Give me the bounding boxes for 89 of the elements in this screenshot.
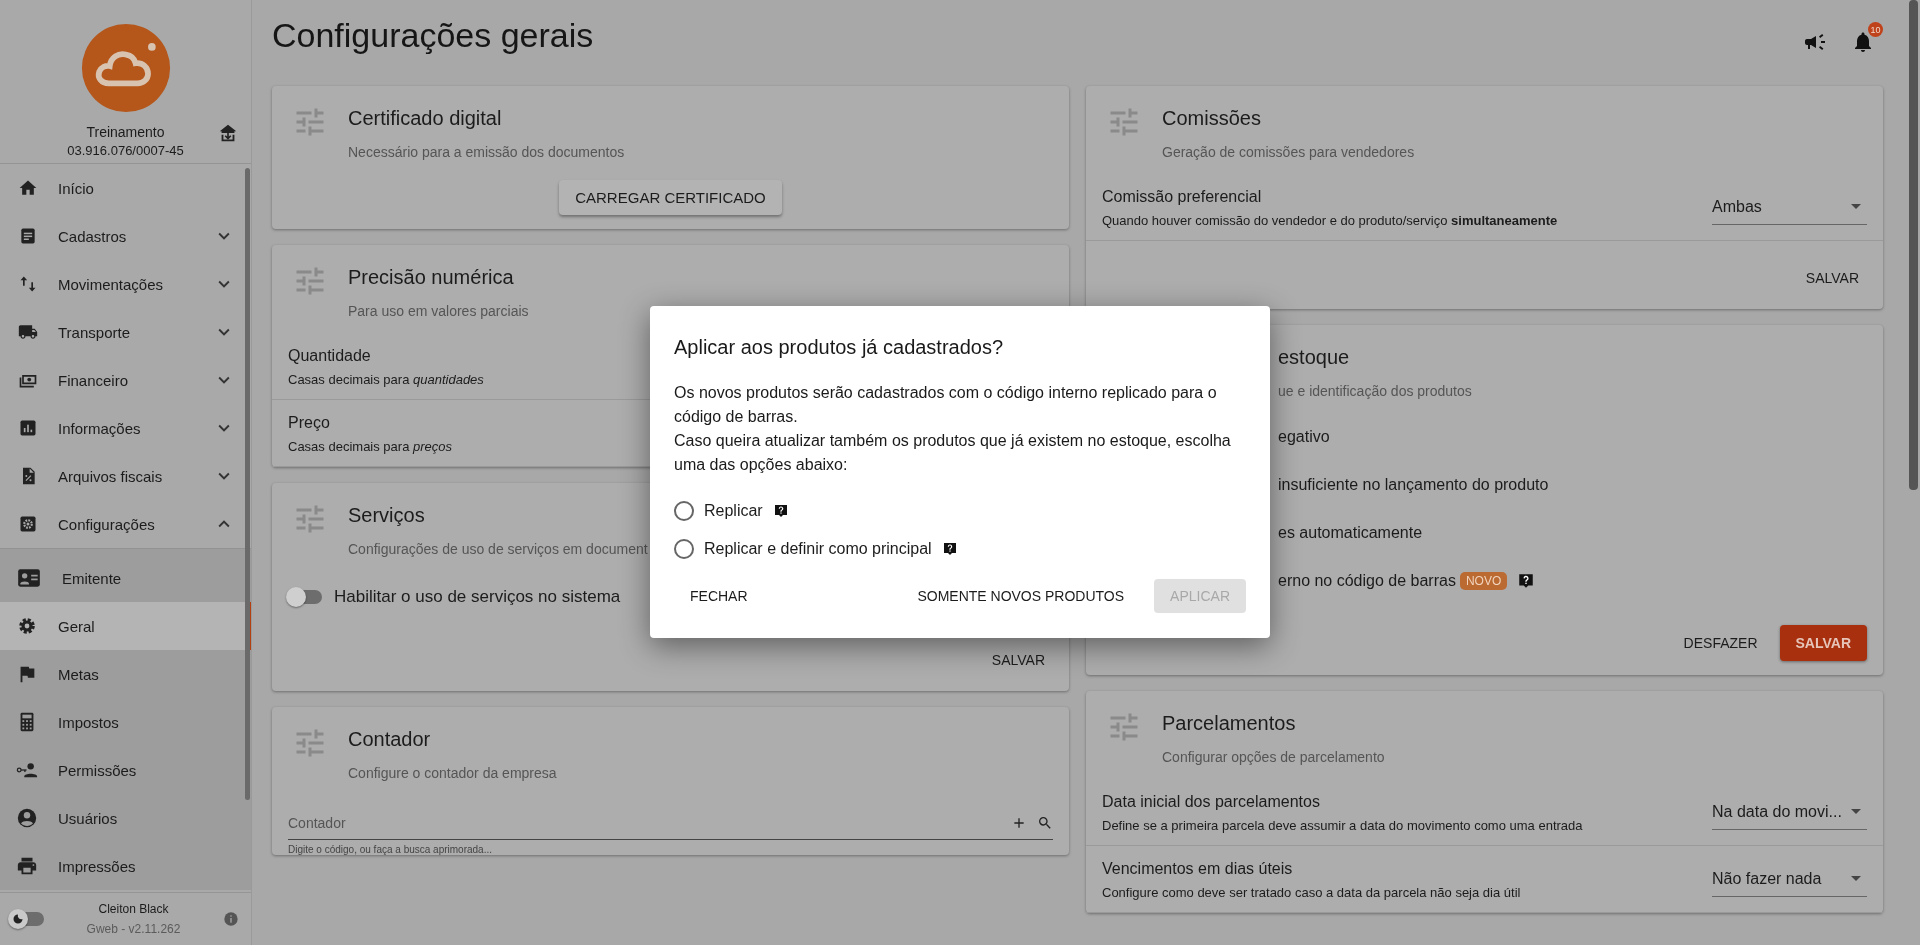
- dropdown-icon: [1851, 204, 1861, 209]
- dropdown-icon: [1851, 809, 1861, 814]
- text-button[interactable]: SOMENTE NOVOS PRODUTOS: [901, 579, 1141, 613]
- notification-count: 10: [1868, 22, 1883, 37]
- dialog-text: Caso queira atualizar também os produtos que já existem no estoque, escolha uma das opções abaixo:: [674, 431, 1232, 475]
- setting-description: Casas decimais para quantidades: [288, 372, 484, 387]
- setting-label: Vencimentos em dias úteis: [1102, 860, 1293, 878]
- card-subtitle: ue e identificação dos produtos: [1278, 383, 1472, 399]
- sub-item[interactable]: Emitente: [0, 554, 251, 602]
- card-subtitle: Geração de comissões para vendedores: [1162, 144, 1415, 160]
- card-title: Comissões: [1162, 107, 1262, 130]
- dialog-text: Os novos produtos serão cadastrados com o código interno replicado para o código de barras.: [674, 383, 1218, 427]
- field-hint: Digite o código, ou faça a busca aprimorada...: [288, 844, 493, 855]
- help-icon: [941, 541, 958, 557]
- text-button[interactable]: DESFAZER: [1675, 626, 1766, 660]
- card-title: Parcelamentos: [1162, 712, 1297, 735]
- dropdown-icon: [1851, 876, 1861, 881]
- gear-icon: [18, 514, 38, 534]
- app-version: Gweb - v2.11.262: [86, 922, 181, 936]
- search-icon: [1037, 815, 1053, 831]
- arrows-icon: [18, 274, 38, 294]
- chart-icon: [18, 418, 38, 438]
- radio-button[interactable]: [674, 539, 694, 559]
- nav-item[interactable]: Arquivos fiscais: [0, 452, 251, 500]
- info-icon: [223, 911, 239, 927]
- company-name: Treinamento: [86, 124, 165, 140]
- setting-description: Configure como deve ser tratado caso a data da parcela não seja dia útil: [1102, 885, 1521, 900]
- setting-description: Casas decimais para preços: [288, 439, 453, 454]
- setting-label: es automaticamente: [1278, 524, 1423, 542]
- card-subtitle: Configurar opções de parcelamento: [1162, 749, 1385, 765]
- setting-description: Quando houver comissão do vendedor e do produto/serviço simultaneamente: [1102, 213, 1558, 228]
- card-title: Precisão numérica: [348, 266, 515, 289]
- sub-item[interactable]: Usuários: [0, 794, 251, 842]
- sub-item[interactable]: Metas: [0, 650, 251, 698]
- setting-label: erno no código de barras: [1278, 572, 1456, 590]
- toggle-switch[interactable]: [288, 590, 322, 604]
- logo-icon: [79, 22, 172, 114]
- card-title: estoque: [1278, 346, 1351, 369]
- page-title: Configurações gerais: [272, 16, 595, 55]
- nav-item[interactable]: Configurações: [0, 500, 251, 548]
- printer-icon: [16, 855, 38, 877]
- sub-item[interactable]: Geral: [0, 602, 251, 650]
- setting-label: Quantidade: [288, 347, 371, 365]
- select-field[interactable]: Não fazer nada: [1712, 863, 1867, 897]
- text-button[interactable]: SALVAR: [1797, 261, 1867, 295]
- card-title: Serviços: [348, 504, 426, 527]
- upload-button[interactable]: CARREGAR CERTIFICADO: [559, 180, 782, 215]
- company-id: 03.916.076/0007-45: [67, 143, 184, 158]
- dark-mode-switch[interactable]: [10, 912, 44, 926]
- home-icon: [18, 178, 38, 198]
- setting-label: insuficiente no lançamento do produto: [1278, 476, 1549, 494]
- help-icon: [772, 503, 789, 519]
- text-button[interactable]: SALVAR: [983, 643, 1053, 677]
- setting-description: Define se a primeira parcela deve assumir a data do movimento como uma entrada: [1102, 818, 1583, 833]
- user-icon: [16, 807, 38, 829]
- setting-label: Comissão preferencial: [1102, 188, 1262, 206]
- nav-item[interactable]: Informações: [0, 404, 251, 452]
- card-subtitle: Configure o contador da empresa: [348, 765, 557, 781]
- option-label: Replicar e definir como principal: [704, 540, 932, 558]
- setting-label: Preço: [288, 414, 330, 432]
- user-name: Cleiton Black: [98, 902, 169, 916]
- option-label: Replicar: [704, 502, 763, 520]
- nav-item[interactable]: Financeiro: [0, 356, 251, 404]
- moon-icon: [12, 913, 24, 925]
- nav-item[interactable]: Transporte: [0, 308, 251, 356]
- card-subtitle: Configurações de uso de serviços em document: [348, 541, 648, 557]
- plus-icon: [1011, 815, 1027, 831]
- select-field[interactable]: Ambas: [1712, 191, 1867, 225]
- text-button[interactable]: FECHAR: [674, 579, 764, 613]
- nav-item[interactable]: Início: [0, 164, 251, 212]
- switch-label: Habilitar o uso de serviços no sistema: [334, 587, 621, 607]
- nav-item[interactable]: Movimentações: [0, 260, 251, 308]
- card-title: Certificado digital: [348, 107, 503, 130]
- select-field[interactable]: Na data do movi...: [1712, 796, 1867, 830]
- card-title: Contador: [348, 728, 432, 751]
- setting-label: Data inicial dos parcelamentos: [1102, 793, 1320, 811]
- card-subtitle: Para uso em valores parciais: [348, 303, 529, 319]
- sub-item[interactable]: Impressões: [0, 842, 251, 890]
- document-icon: [18, 226, 38, 246]
- card-subtitle: Necessário para a emissão dos documentos: [348, 144, 625, 160]
- setting-label: egativo: [1278, 428, 1330, 446]
- new-badge: NOVO: [1459, 572, 1508, 590]
- save-button[interactable]: SALVAR: [1779, 625, 1867, 661]
- nav-item[interactable]: Cadastros: [0, 212, 251, 260]
- dialog-title: Aplicar aos produtos já cadastrados?: [674, 336, 1005, 359]
- sub-item[interactable]: Permissões: [0, 746, 251, 794]
- radio-button[interactable]: [674, 501, 694, 521]
- settings-icon: [16, 615, 38, 637]
- sub-item[interactable]: Impostos: [0, 698, 251, 746]
